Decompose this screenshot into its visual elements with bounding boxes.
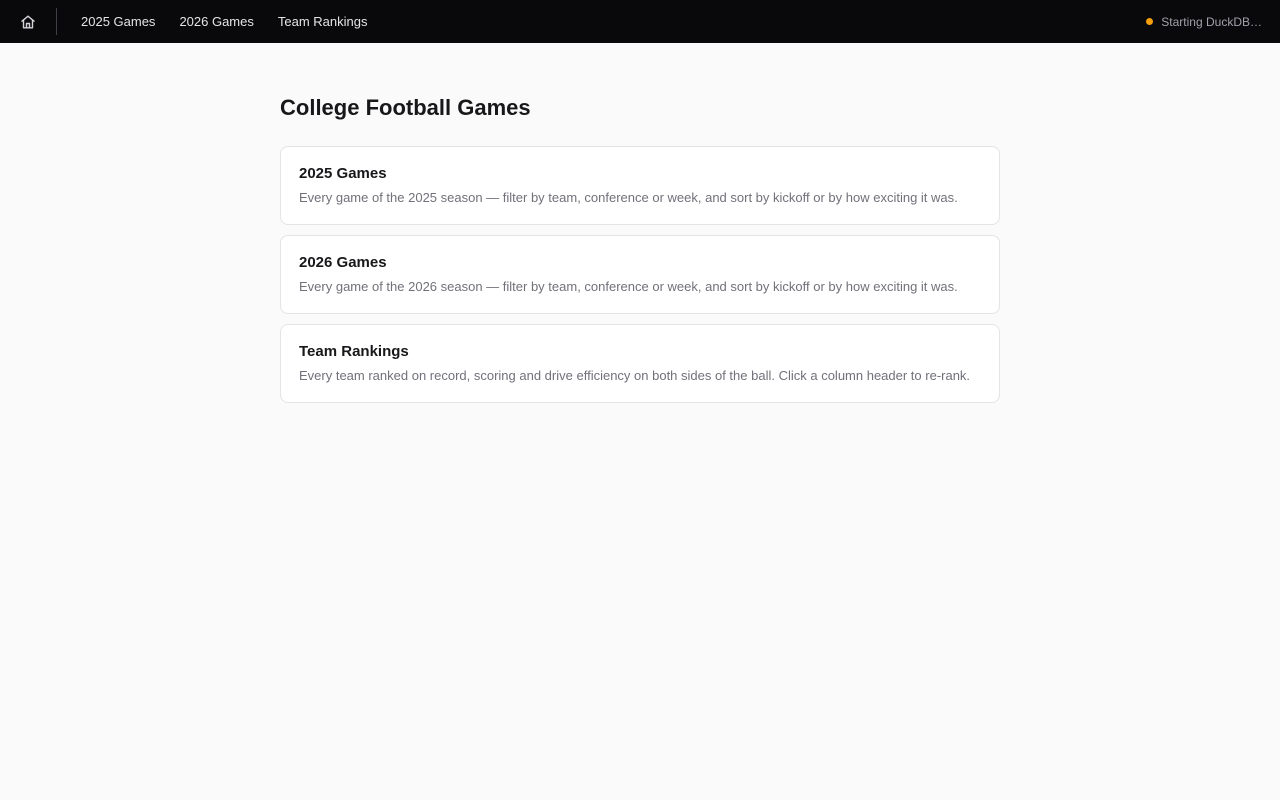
card-description: Every team ranked on record, scoring and… [299,368,971,383]
card-title: 2026 Games [299,254,387,271]
db-status-indicator: Starting DuckDB… [1146,0,1262,43]
nav-link-team-rankings[interactable]: Team Rankings [266,0,380,43]
page-title: College Football Games [280,95,531,120]
nav-divider [56,8,57,35]
card-description: Every game of the 2025 season — filter b… [299,190,958,205]
card-2025-games[interactable]: 2025 Games Every game of the 2025 season… [280,146,1000,225]
top-nav-bar: 2025 Games 2026 Games Team Rankings Star… [0,0,1280,43]
home-button[interactable] [0,0,56,43]
home-icon [21,15,35,28]
primary-nav: 2025 Games 2026 Games Team Rankings [69,0,379,43]
card-title: Team Rankings [299,343,409,360]
card-2026-games[interactable]: 2026 Games Every game of the 2026 season… [280,235,1000,314]
nav-link-2026-games[interactable]: 2026 Games [167,0,265,43]
main-content: College Football Games 2025 Games Every … [280,95,1000,413]
card-team-rankings[interactable]: Team Rankings Every team ranked on recor… [280,324,1000,403]
card-description: Every game of the 2026 season — filter b… [299,279,958,294]
nav-link-2025-games[interactable]: 2025 Games [69,0,167,43]
status-text: Starting DuckDB… [1161,14,1262,29]
card-title: 2025 Games [299,165,387,182]
status-dot-icon [1146,18,1154,25]
